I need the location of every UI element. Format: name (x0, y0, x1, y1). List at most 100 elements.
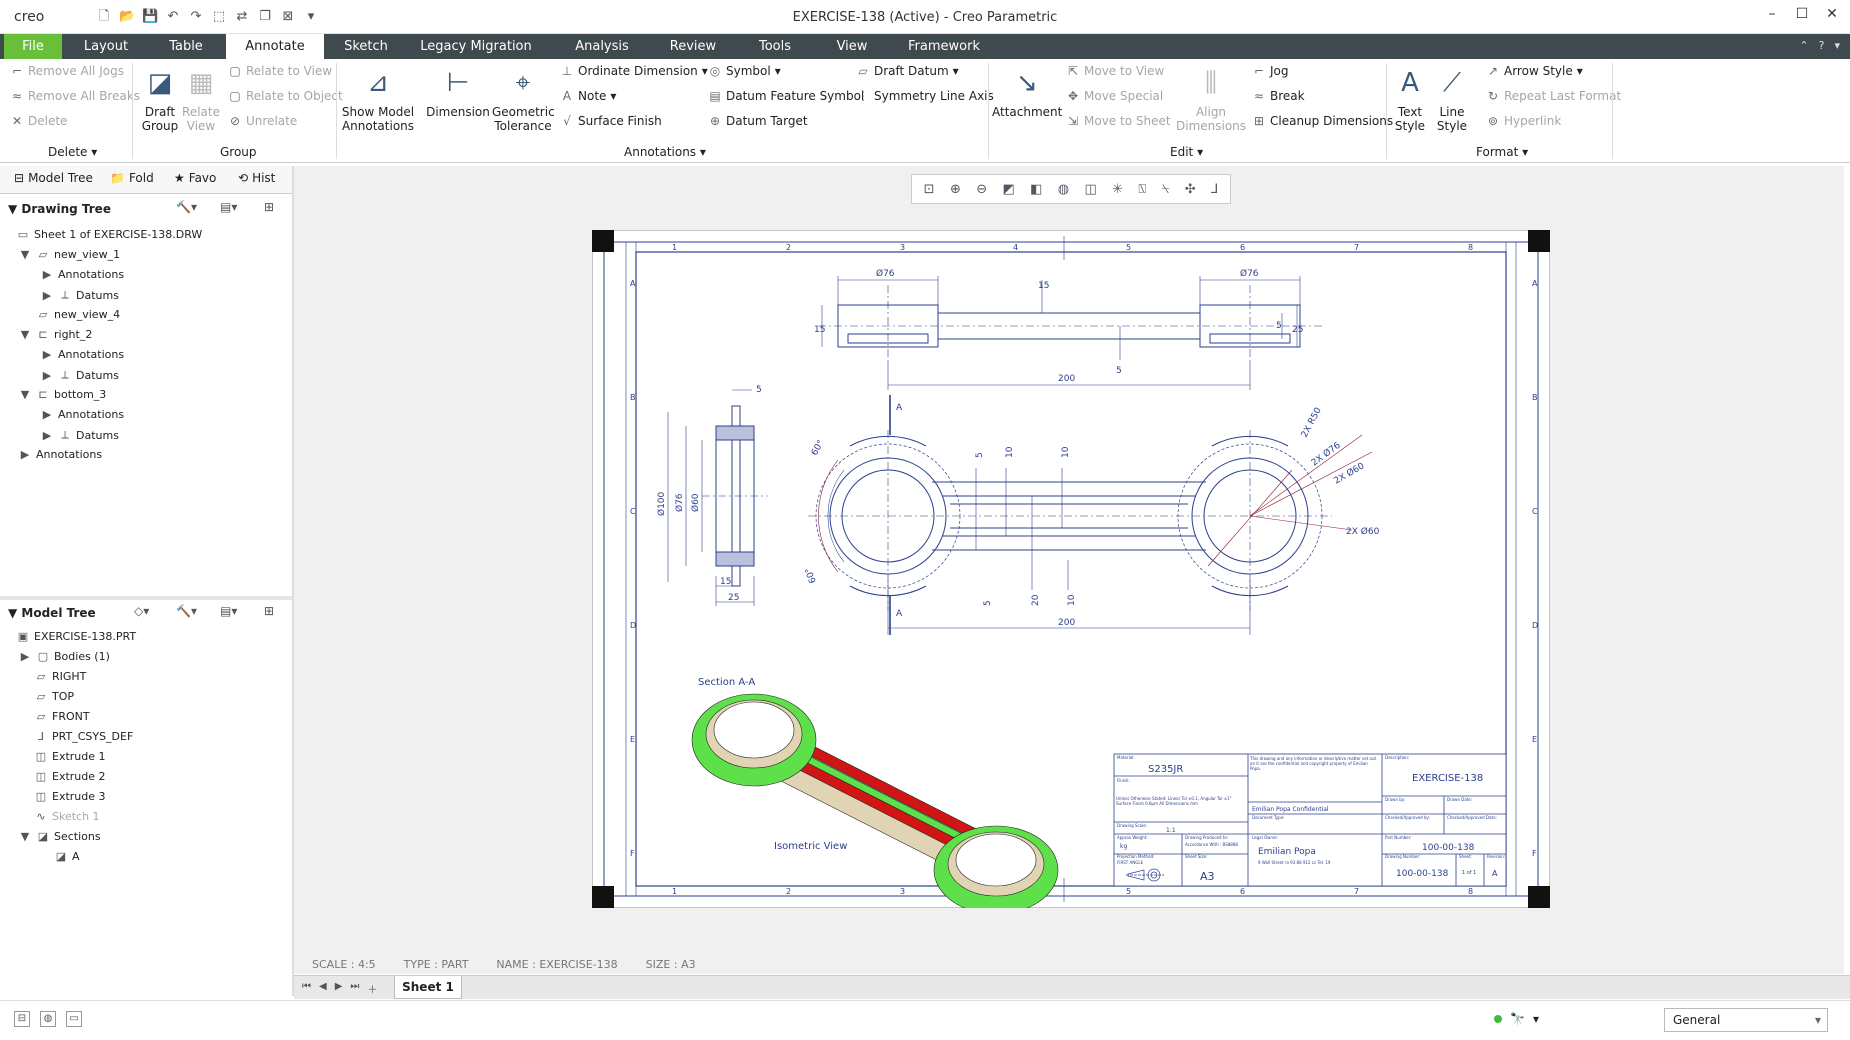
tree-item-extrude[interactable]: ◫ Extrude 1 (34, 750, 106, 763)
tab-framework[interactable]: Framework (904, 34, 984, 59)
tree-item-sheet[interactable]: ▭ Sheet 1 of EXERCISE-138.DRW (16, 228, 203, 241)
minimize-icon[interactable]: – (1764, 6, 1780, 22)
tab-review[interactable]: Review (664, 34, 722, 59)
tree-item-datums[interactable]: ▶ ⟂ Datums (40, 428, 119, 442)
tree-item-section[interactable]: ◪ A (54, 850, 80, 863)
expand-icon[interactable]: ▶ (40, 408, 54, 421)
tab-layout[interactable]: Layout (72, 34, 140, 59)
tree-item-annotations[interactable]: ▶ Annotations (18, 448, 102, 461)
geometric-tolerance-button[interactable]: ⌖ Geometric Tolerance (492, 65, 555, 133)
jog-button[interactable]: ⌐ Jog (1252, 64, 1289, 78)
symmetry-line-axis-button[interactable]: ⋮ Symmetry Line Axis (856, 89, 994, 103)
relate-view-button[interactable]: ▦ Relate View (182, 65, 220, 133)
expand-icon[interactable]: ▶ (40, 348, 54, 361)
tab-tools[interactable]: Tools (754, 34, 796, 59)
tab-sketch[interactable]: Sketch (334, 34, 398, 59)
sheet-tab[interactable]: Sheet 1 (394, 976, 462, 999)
prev-sheet-icon[interactable]: ◀ (319, 981, 327, 996)
tab-annotate[interactable]: Annotate (226, 34, 324, 59)
display-style-icon[interactable]: ◧ (1030, 182, 1042, 197)
expand-icon[interactable]: ▶ (40, 369, 54, 382)
cleanup-dimensions-button[interactable]: ⊞ Cleanup Dimensions (1252, 114, 1393, 128)
selection-filter[interactable]: General ▾ (1664, 1008, 1828, 1032)
unrelate-button[interactable]: ⊘ Unrelate (228, 114, 297, 128)
add-sheet-icon[interactable]: ＋ (367, 981, 377, 996)
find-icon[interactable]: 🔭 (1510, 1012, 1525, 1026)
remove-all-jogs-button[interactable]: ⌐ Remove All Jogs (10, 64, 124, 78)
format-group-label[interactable]: Format ▾ (1476, 145, 1528, 159)
spin-center-icon[interactable]: ⅃ (1211, 182, 1218, 197)
hyperlink-button[interactable]: ⊚ Hyperlink (1486, 114, 1561, 128)
tab-legacy-migration[interactable]: Legacy Migration (410, 34, 542, 59)
expand-icon[interactable]: ▶ (40, 289, 54, 302)
relate-to-object-button[interactable]: ▢ Relate to Object (228, 89, 342, 103)
tree-columns-icon[interactable]: ▤▾ (220, 200, 237, 214)
tab-analysis[interactable]: Analysis (568, 34, 636, 59)
tree-item-extrude[interactable]: ◫ Extrude 3 (34, 790, 106, 803)
tree-item-extrude[interactable]: ◫ Extrude 2 (34, 770, 106, 783)
drawing-tree-header[interactable]: ▼ Drawing Tree (8, 202, 111, 216)
delete-button[interactable]: ✕ Delete (10, 114, 67, 128)
point-display-icon[interactable]: ⍀ (1162, 182, 1170, 197)
show-model-annotations-button[interactable]: ⊿ Show Model Annotations (340, 65, 416, 133)
tree-item-datums[interactable]: ▶ ⟂ Datums (40, 288, 119, 302)
repeat-last-format-button[interactable]: ↻ Repeat Last Format (1486, 89, 1621, 103)
expand-icon[interactable]: ▶ (18, 448, 32, 461)
tab-folder-browser[interactable]: 📁 Fold (110, 171, 154, 185)
help-icon[interactable]: ? (1819, 39, 1825, 52)
collapse-icon[interactable]: ▼ (18, 388, 32, 401)
find-dropdown-icon[interactable]: ▾ (1533, 1012, 1539, 1026)
tree-settings-icon[interactable]: 🔨▾ (176, 200, 197, 214)
draft-group-button[interactable]: ◪ Draft Group (138, 65, 182, 133)
move-special-button[interactable]: ✥ Move Special (1066, 89, 1163, 103)
tree-item-plane[interactable]: ▱ FRONT (34, 710, 90, 723)
first-sheet-icon[interactable]: ⏮ (302, 981, 311, 996)
break-button[interactable]: ≈ Break (1252, 89, 1305, 103)
relate-to-view-button[interactable]: ▢ Relate to View (228, 64, 332, 78)
tree-item-view[interactable]: ▼ ⊏ bottom_3 (18, 388, 107, 401)
tab-model-tree[interactable]: ⊟ Model Tree (14, 171, 93, 185)
ordinate-dimension-button[interactable]: ⊥ Ordinate Dimension ▾ (560, 64, 708, 78)
symbol-button[interactable]: ◎ Symbol ▾ (708, 64, 781, 78)
tree-item-view[interactable]: ▼ ▱ new_view_1 (18, 248, 120, 261)
shading-icon[interactable]: ◍ (1058, 182, 1069, 197)
tree-item-datums[interactable]: ▶ ⟂ Datums (40, 368, 119, 382)
view-icon[interactable]: ◫ (1084, 182, 1096, 197)
datum-display-icon[interactable]: ✳ (1112, 182, 1123, 197)
tree-item-plane[interactable]: ▱ TOP (34, 690, 74, 703)
tree-item-view[interactable]: ▼ ⊏ right_2 (18, 328, 93, 341)
tree-item-sections[interactable]: ▼ ◪ Sections (18, 830, 101, 843)
collapse-ribbon-icon[interactable]: ⌃ (1799, 39, 1808, 52)
draft-datum-button[interactable]: ▱ Draft Datum ▾ (856, 64, 958, 78)
tree-item-annotations[interactable]: ▶ Annotations (40, 408, 124, 421)
ribbon-menu-icon[interactable]: ▾ (1834, 39, 1840, 52)
note-button[interactable]: A Note ▾ (560, 89, 617, 103)
model-tree-header[interactable]: ▼ Model Tree (8, 606, 96, 620)
tree-filter-icon[interactable]: ⊞ (264, 604, 274, 618)
tab-file[interactable]: File (4, 34, 62, 59)
navigator-toggle-icon[interactable]: ⊟ (14, 1011, 30, 1027)
tree-item-view[interactable]: ▱ new_view_4 (36, 308, 120, 321)
tab-history[interactable]: ⟲ Hist (238, 171, 275, 185)
line-style-button[interactable]: ⟋ Line Style (1432, 65, 1472, 133)
tree-columns-icon[interactable]: ▤▾ (220, 604, 237, 618)
tree-item-plane[interactable]: ▱ RIGHT (34, 670, 87, 683)
browser-toggle-icon[interactable]: ◍ (40, 1011, 56, 1027)
zoom-in-icon[interactable]: ⊕ (950, 182, 961, 197)
tree-settings-icon[interactable]: 🔨▾ (176, 604, 197, 618)
next-sheet-icon[interactable]: ▶ (335, 981, 343, 996)
zoom-out-icon[interactable]: ⊖ (976, 182, 987, 197)
tab-table[interactable]: Table (150, 34, 222, 59)
last-sheet-icon[interactable]: ⏭ (350, 981, 359, 996)
edit-group-label[interactable]: Edit ▾ (1170, 145, 1203, 159)
regen-status-icon[interactable] (1494, 1015, 1502, 1023)
collapse-icon[interactable]: ▼ (18, 830, 32, 843)
tab-view[interactable]: View (830, 34, 874, 59)
move-to-sheet-button[interactable]: ⇲ Move to Sheet (1066, 114, 1171, 128)
collapse-icon[interactable]: ▼ (18, 248, 32, 261)
refit-icon[interactable]: ⊡ (924, 182, 935, 197)
annotation-display-icon[interactable]: ⍂ (1138, 182, 1146, 197)
expand-icon[interactable]: ▶ (40, 268, 54, 281)
text-style-button[interactable]: A Text Style (1390, 65, 1430, 133)
tree-item-annotations[interactable]: ▶ Annotations (40, 348, 124, 361)
